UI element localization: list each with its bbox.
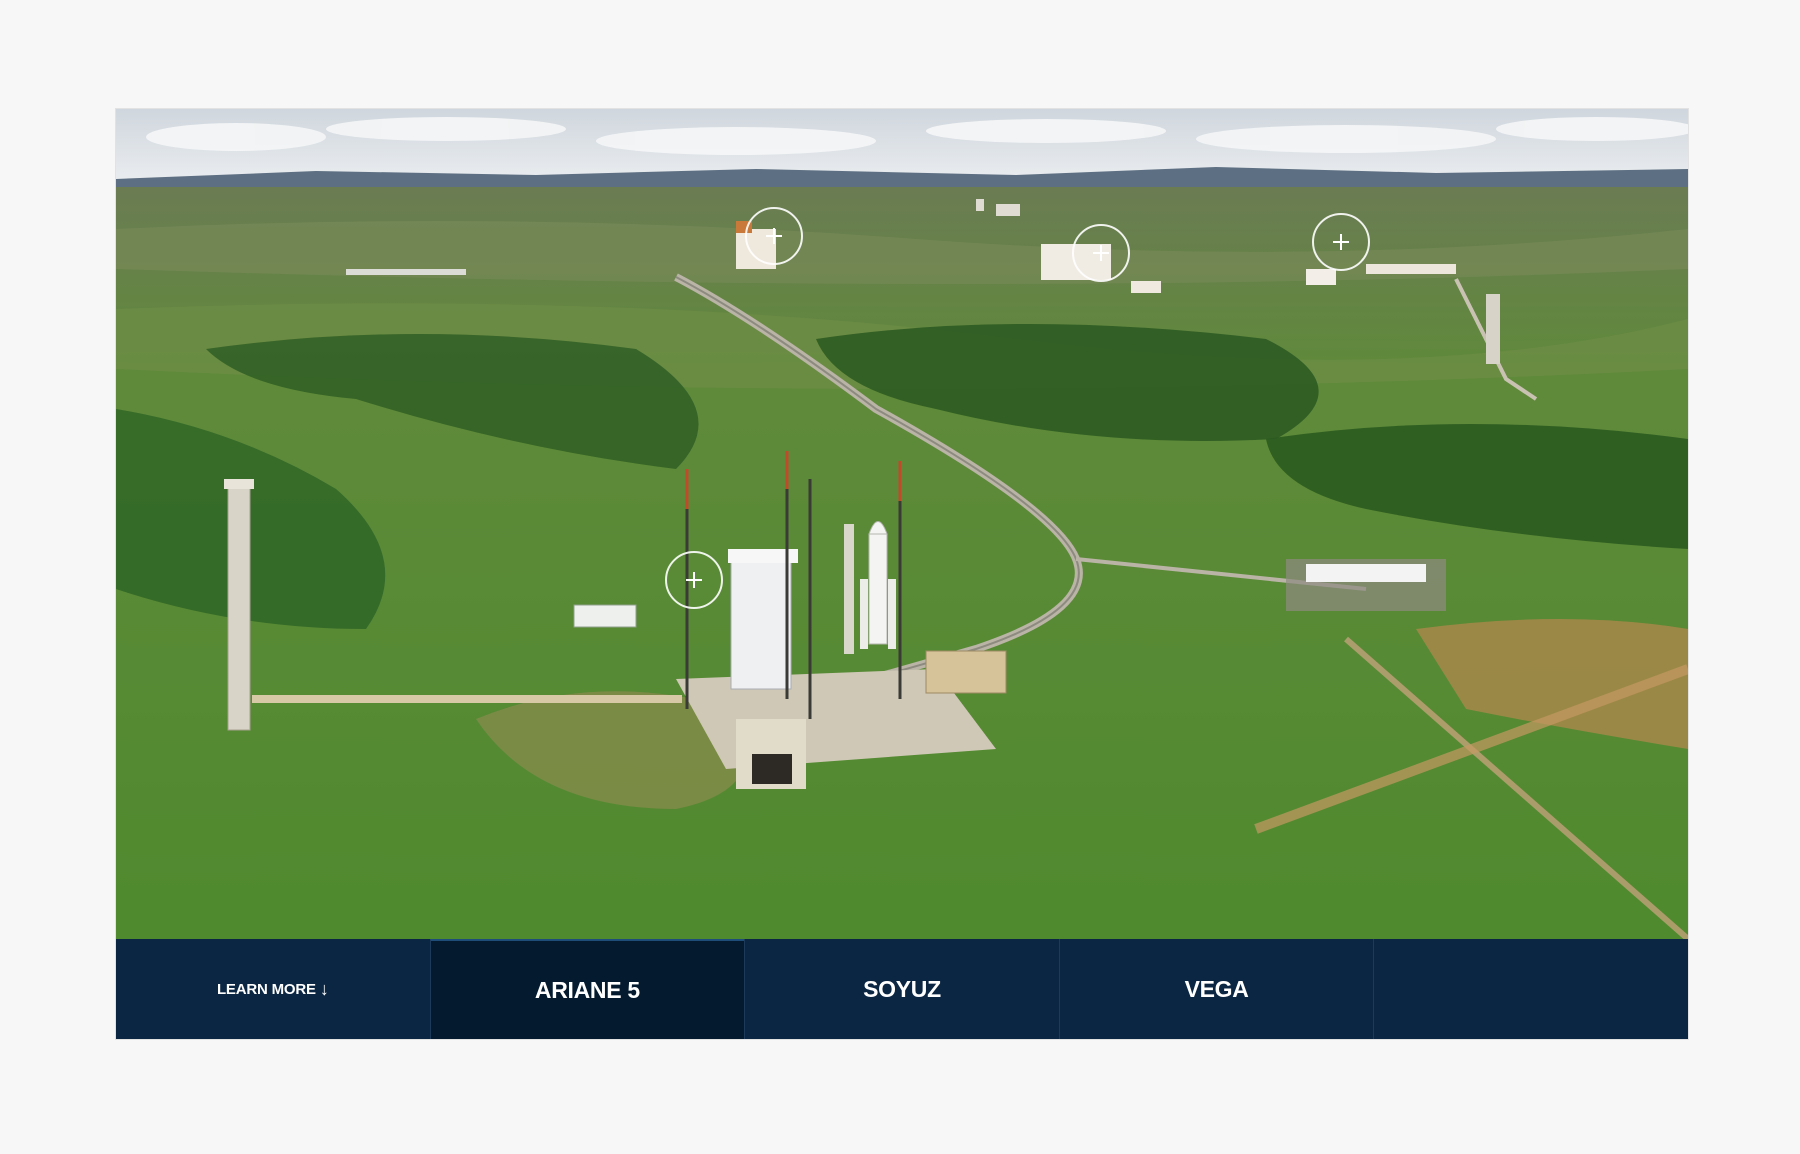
- learn-more-label: LEARN MORE: [216, 980, 316, 998]
- tab-vega[interactable]: VEGA: [1058, 939, 1374, 1039]
- tab-label: VEGA: [1184, 975, 1249, 1002]
- tab-ariane-5[interactable]: ARIANE 5: [429, 939, 745, 1039]
- tab-empty: [1373, 939, 1688, 1039]
- hotspot-plus-icon-1[interactable]: [745, 207, 803, 265]
- arrow-down-icon: ↓: [319, 978, 329, 999]
- hotspot-plus-icon-3[interactable]: [1312, 213, 1370, 271]
- tab-soyuz[interactable]: SOYUZ: [744, 939, 1059, 1039]
- hotspot-plus-icon-4[interactable]: [665, 551, 723, 609]
- tab-label: SOYUZ: [863, 975, 941, 1002]
- learn-more-button[interactable]: LEARN MORE ↓: [116, 939, 430, 1039]
- hotspot-plus-icon-2[interactable]: [1072, 224, 1130, 282]
- hero-image: [116, 109, 1688, 939]
- launch-site-illustration: [116, 109, 1688, 939]
- tab-label: ARIANE 5: [534, 976, 640, 1003]
- vehicle-tab-bar: LEARN MORE ↓ ARIANE 5 SOYUZ VEGA: [116, 939, 1688, 1039]
- launch-site-panel: LEARN MORE ↓ ARIANE 5 SOYUZ VEGA: [116, 109, 1688, 1039]
